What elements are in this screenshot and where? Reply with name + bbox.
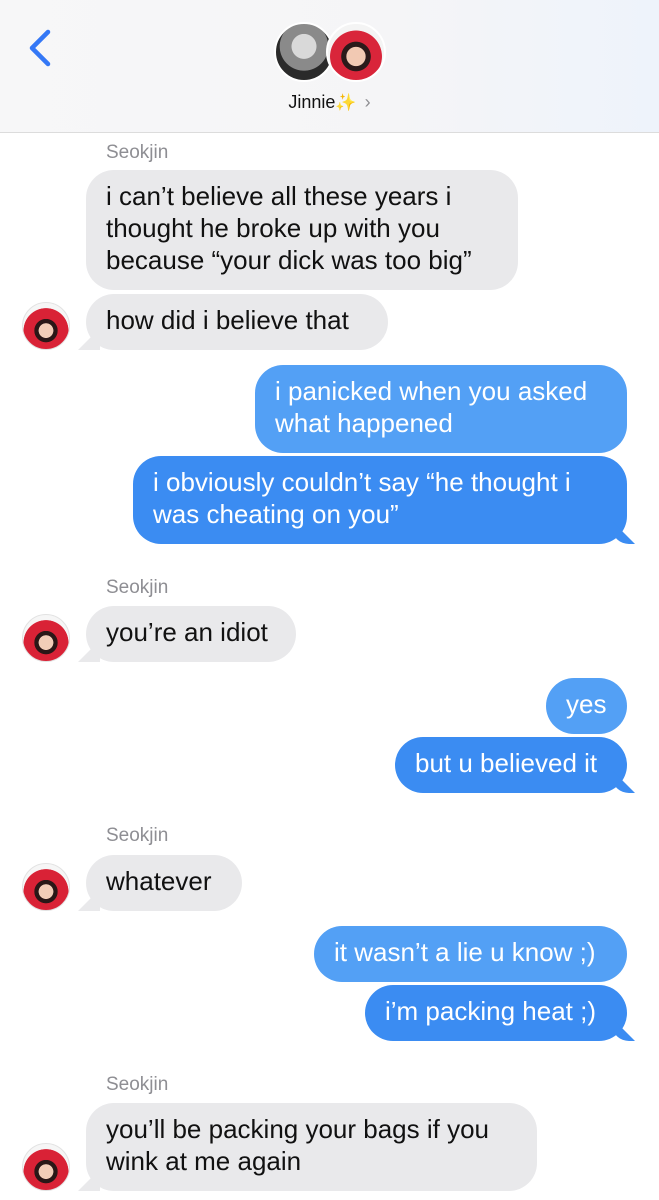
contact-name-button[interactable]: Jinnie✨ ›	[0, 92, 659, 113]
avatar	[274, 22, 334, 82]
message-bubble-outgoing[interactable]: yes	[546, 678, 627, 734]
message-bubble-incoming[interactable]: i can’t believe all these years i though…	[86, 170, 518, 290]
sender-name: Seokjin	[106, 825, 169, 846]
message-bubble-incoming[interactable]: how did i believe that	[86, 294, 388, 350]
message-bubble-incoming[interactable]: you’ll be packing your bags if you wink …	[86, 1103, 537, 1191]
message-bubble-outgoing[interactable]: but u believed it	[395, 737, 627, 793]
avatar[interactable]	[22, 614, 70, 662]
contact-name: Jinnie	[288, 92, 336, 112]
sparkle-icon: ✨	[335, 93, 357, 112]
chevron-right-icon: ›	[364, 92, 371, 112]
conversation-header: Jinnie✨ ›	[0, 0, 659, 133]
sender-name: Seokjin	[106, 577, 169, 598]
avatar[interactable]	[22, 863, 70, 911]
sender-name: Seokjin	[106, 142, 169, 163]
message-bubble-outgoing[interactable]: i obviously couldn’t say “he thought i w…	[133, 456, 627, 544]
message-bubble-outgoing[interactable]: i’m packing heat ;)	[365, 985, 627, 1041]
message-bubble-incoming[interactable]: whatever	[86, 855, 242, 911]
sender-name: Seokjin	[106, 1074, 169, 1095]
message-bubble-outgoing[interactable]: it wasn’t a lie u know ;)	[314, 926, 627, 982]
avatar[interactable]	[22, 1143, 70, 1191]
avatar[interactable]	[22, 302, 70, 350]
message-bubble-outgoing[interactable]: i panicked when you asked what happened	[255, 365, 627, 453]
group-avatars[interactable]	[274, 22, 386, 86]
chevron-left-icon[interactable]	[22, 28, 58, 68]
avatar	[326, 22, 386, 82]
message-bubble-incoming[interactable]: you’re an idiot	[86, 606, 296, 662]
